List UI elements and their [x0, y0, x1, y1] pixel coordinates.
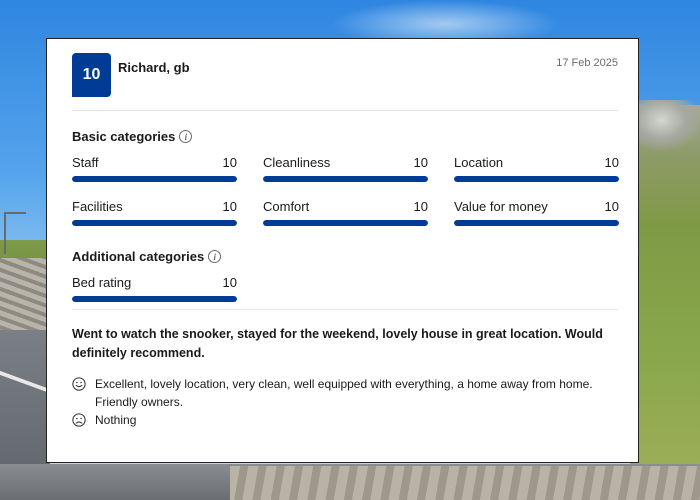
score-bar-fill [72, 176, 237, 182]
category-label: Staff [72, 155, 99, 170]
score-bar [263, 220, 428, 226]
category-staff: Staff 10 [72, 155, 237, 183]
background-rocks [636, 100, 700, 150]
additional-categories-label: Additional categories [72, 249, 205, 264]
category-score: 10 [222, 155, 237, 170]
smiley-face-icon [72, 377, 86, 391]
category-cleanliness: Cleanliness 10 [263, 155, 428, 183]
score-bar [72, 220, 237, 226]
positive-text: Excellent, lovely location, very clean, … [95, 377, 593, 409]
score-bar-fill [454, 176, 619, 182]
score-bar-fill [72, 220, 237, 226]
category-score: 10 [413, 155, 428, 170]
score-bar [72, 296, 237, 302]
header-divider [72, 110, 618, 111]
basic-categories-title: Basic categories i [72, 129, 193, 144]
review-date: 17 Feb 2025 [556, 57, 618, 69]
score-bar [72, 176, 237, 182]
review-card: 10 Richard, gb 17 Feb 2025 Basic categor… [46, 38, 639, 463]
score-bar-fill [263, 220, 428, 226]
category-label: Bed rating [72, 275, 132, 290]
category-label: Cleanliness [263, 155, 331, 170]
category-score: 10 [222, 199, 237, 214]
review-header: 10 Richard, gb 17 Feb 2025 [72, 53, 618, 99]
sad-face-icon [72, 413, 86, 427]
score-bar [263, 176, 428, 182]
background-curb [230, 466, 700, 500]
category-bed-rating: Bed rating 10 [72, 275, 237, 303]
background-cloud [330, 0, 560, 40]
review-negative: Nothing [72, 411, 618, 429]
review-headline: Went to watch the snooker, stayed for th… [72, 327, 603, 360]
score-bar-fill [72, 296, 237, 302]
category-label: Location [454, 155, 504, 170]
score-bar-fill [454, 220, 619, 226]
score-bar-fill [263, 176, 428, 182]
score-bar [454, 220, 619, 226]
review-positive: Excellent, lovely location, very clean, … [72, 375, 618, 411]
category-label: Comfort [263, 199, 310, 214]
review-score-badge: 10 [72, 53, 111, 97]
category-score: 10 [222, 275, 237, 290]
info-icon[interactable]: i [208, 250, 222, 263]
negative-text: Nothing [95, 413, 137, 427]
reviewer-name: Richard, gb [118, 60, 190, 75]
category-value-for-money: Value for money 10 [454, 199, 619, 227]
category-label: Value for money [454, 199, 548, 214]
additional-categories-title: Additional categories i [72, 249, 222, 264]
score-bar [454, 176, 619, 182]
category-facilities: Facilities 10 [72, 199, 237, 227]
category-label: Facilities [72, 199, 123, 214]
category-score: 10 [604, 199, 619, 214]
background-pylon [4, 212, 26, 254]
content-divider [72, 309, 618, 310]
category-location: Location 10 [454, 155, 619, 183]
basic-categories-label: Basic categories [72, 129, 176, 144]
category-score: 10 [413, 199, 428, 214]
background-hillside [630, 105, 700, 500]
category-comfort: Comfort 10 [263, 199, 428, 227]
category-score: 10 [604, 155, 619, 170]
info-icon[interactable]: i [179, 130, 193, 143]
